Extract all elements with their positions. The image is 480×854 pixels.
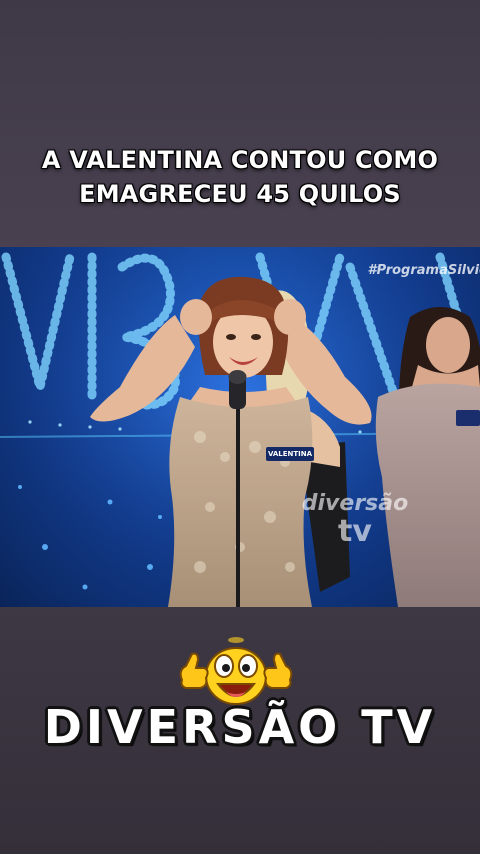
channel-watermark: diversão tv <box>300 490 410 549</box>
brand-title: DIVERSÃO TV <box>43 700 437 754</box>
watermark-line-2: tv <box>338 514 372 549</box>
name-tag: VALENTINA <box>267 450 313 458</box>
video-frame[interactable]: #ProgramaSilvio VALENTINA diversão tv <box>0 247 480 607</box>
studio-scene <box>0 247 480 607</box>
headline-line-2: EMAGRECEU 45 QUILOS <box>79 180 401 208</box>
reel-screen: { "headline": { "line1": "A VALENTINA CO… <box>0 0 480 854</box>
headline-caption: A VALENTINA CONTOU COMO EMAGRECEU 45 QUI… <box>0 143 480 211</box>
hashtag-watermark: #ProgramaSilvio <box>367 263 480 278</box>
headline-line-1: A VALENTINA CONTOU COMO <box>41 146 439 174</box>
